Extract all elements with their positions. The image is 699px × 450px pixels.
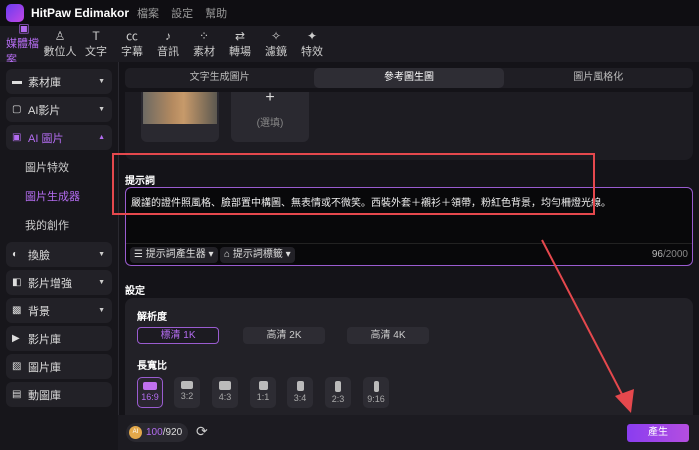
annotation-arrow — [541, 239, 634, 413]
